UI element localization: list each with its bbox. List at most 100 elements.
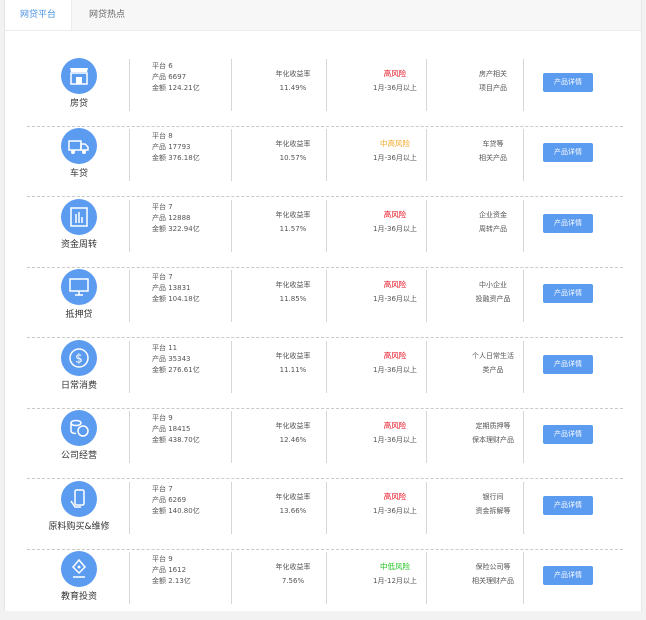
rate-cell: 年化收益率 10.57%: [254, 137, 332, 165]
rate-value: 13.66%: [279, 507, 307, 515]
tab-platforms[interactable]: 网贷平台: [5, 0, 72, 30]
desc-line-2: 周转产品: [479, 225, 507, 233]
divider: [231, 482, 232, 534]
amount: 金额 104.18亿: [152, 295, 200, 303]
divider: [426, 59, 427, 111]
product-count: 产品 13831: [152, 284, 191, 292]
rate-label: 年化收益率: [275, 211, 311, 219]
divider: [523, 482, 524, 534]
pen-icon: [61, 551, 97, 587]
tab-hot-topics[interactable]: 网贷热点: [72, 0, 142, 30]
rate-value: 12.46%: [279, 436, 307, 444]
risk-cell: 高风险 1月-36月以上: [349, 67, 441, 95]
row-separator: [27, 337, 623, 338]
platform-count: 平台 7: [152, 273, 173, 281]
desc-line-1: 银行间: [482, 493, 504, 501]
svg-text:$: $: [75, 352, 83, 366]
platform-count: 平台 7: [152, 485, 173, 493]
amount: 金额 322.94亿: [152, 225, 200, 233]
platform-count: 平台 9: [152, 555, 173, 563]
risk-level: 高风险: [383, 421, 407, 430]
term: 1月-36月以上: [373, 295, 417, 303]
product-detail-button[interactable]: 产品详情: [543, 214, 593, 233]
platform-count: 平台 9: [152, 414, 173, 422]
desc-cell: 保险公司等相关理财产品: [447, 560, 539, 588]
desc-line-1: 定期质押等: [475, 422, 511, 430]
risk-level: 高风险: [383, 280, 407, 289]
term: 1月-36月以上: [373, 225, 417, 233]
row-separator: [27, 196, 623, 197]
divider: [426, 411, 427, 463]
divider: [523, 59, 524, 111]
category-icon-wrap: 车贷: [57, 127, 101, 197]
divider: [426, 129, 427, 181]
truck-icon: [61, 128, 97, 164]
divider: [326, 129, 327, 181]
rate-cell: 年化收益率 7.56%: [254, 560, 332, 588]
desc-cell: 企业资金 周转产品: [447, 208, 539, 236]
category-icon-wrap: 公司经营: [57, 409, 101, 479]
divider: [326, 59, 327, 111]
product-count: 产品 18415: [152, 425, 191, 433]
desc-line-1: 保险公司等: [475, 563, 511, 571]
risk-cell: 中低风险 1月-12月以上: [349, 560, 441, 588]
category-stats: 平台 9 产品 18415 金额 438.70亿: [152, 413, 200, 446]
desc-line-2: 相关理财产品: [472, 577, 514, 585]
divider: [523, 129, 524, 181]
product-detail-button[interactable]: 产品详情: [543, 425, 593, 444]
product-detail-button[interactable]: 产品详情: [543, 355, 593, 374]
divider: [426, 270, 427, 322]
category-icon-wrap: 教育投资: [57, 550, 101, 620]
divider: [426, 341, 427, 393]
rate-label: 年化收益率: [275, 281, 311, 289]
rate-label: 年化收益率: [275, 493, 311, 501]
product-detail-button[interactable]: 产品详情: [543, 73, 593, 92]
product-count: 产品 35343: [152, 355, 191, 363]
desc-line-2: 资金拆解等: [475, 507, 511, 515]
divider: [129, 59, 130, 111]
product-count: 产品 6697: [152, 73, 187, 81]
desc-line-1: 车贷等: [482, 140, 504, 148]
desc-line-2: 投融资产品: [475, 295, 511, 303]
term: 1月-36月以上: [373, 154, 417, 162]
term: 1月-36月以上: [373, 84, 417, 92]
category-row: 原料购买&维修 平台 7 产品 6269 金额 140.80亿 年化收益率 13.66% 高…: [27, 480, 623, 550]
product-count: 产品 1612: [152, 566, 187, 574]
rate-value: 10.57%: [279, 154, 307, 162]
divider: [129, 129, 130, 181]
platform-count: 平台 8: [152, 132, 173, 140]
category-row: 教育投资 平台 9 产品 1612 金额 2.13亿 年化收益率 7.56% 中低风险 1月-…: [27, 550, 623, 620]
category-row: 资金周转 平台 7 产品 12888 金额 322.94亿 年化收益率 11.57% 高风险…: [27, 198, 623, 268]
divider: [129, 341, 130, 393]
desc-line-2: 项目产品: [479, 84, 507, 92]
category-stats: 平台 7 产品 12888 金额 322.94亿: [152, 202, 200, 235]
divider: [129, 200, 130, 252]
rate-cell: 年化收益率 12.46%: [254, 419, 332, 447]
rate-label: 年化收益率: [275, 140, 311, 148]
desc-line-2: 保本理财产品: [472, 436, 514, 444]
coins-icon: [61, 410, 97, 446]
divider: [326, 552, 327, 604]
risk-level: 高风险: [383, 69, 407, 78]
product-detail-button[interactable]: 产品详情: [543, 284, 593, 303]
divider: [231, 552, 232, 604]
divider: [523, 270, 524, 322]
product-detail-button[interactable]: 产品详情: [543, 566, 593, 585]
amount: 金额 438.70亿: [152, 436, 200, 444]
desc-cell: 定期质押等保本理财产品: [447, 419, 539, 447]
risk-cell: 高风险 1月-36月以上: [349, 490, 441, 518]
divider: [231, 59, 232, 111]
hand-icon: [61, 199, 97, 235]
product-detail-button[interactable]: 产品详情: [543, 143, 593, 162]
term: 1月-36月以上: [373, 366, 417, 374]
divider: [129, 482, 130, 534]
rate-label: 年化收益率: [275, 70, 311, 78]
category-name: 车贷: [69, 169, 88, 179]
rate-value: 11.85%: [279, 295, 307, 303]
category-stats: 平台 11 产品 35343 金额 276.61亿: [152, 343, 200, 376]
category-name: 教育投资: [60, 592, 97, 602]
amount: 金额 124.21亿: [152, 84, 200, 92]
product-detail-button[interactable]: 产品详情: [543, 496, 593, 515]
desc-cell: 车贷等 相关产品: [447, 137, 539, 165]
desc-line-1: 个人日常生活: [472, 352, 514, 360]
